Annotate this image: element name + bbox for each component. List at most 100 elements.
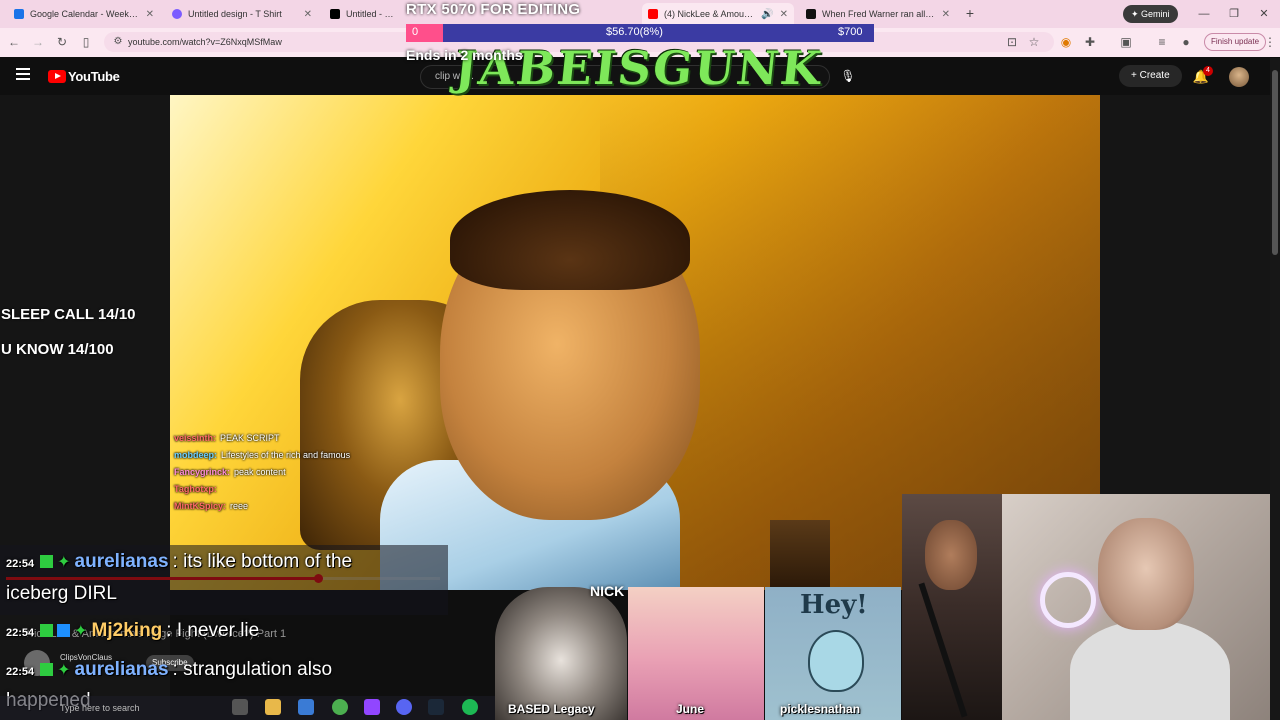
goal-title: RTX 5070 FOR EDITING [406,1,581,18]
sparkle-badge-icon: ✦ [57,554,71,571]
goal-target-value: $700 [838,26,863,38]
mini-chat-user: MintKSpicy: [174,501,227,511]
hey-text: Hey! [800,590,868,620]
more-menu-icon[interactable]: ⋮ [1262,34,1278,50]
tiktok-icon [806,9,816,19]
chat-username: aurelianas [74,659,169,680]
goal-current-value: $56.70(8%) [606,26,663,38]
bird-illustration [808,630,864,692]
tile-label-picklesnathan: picklesnathan [780,702,861,716]
kick-badge-icon [40,624,54,637]
reading-list-icon[interactable]: ≡ [1154,34,1170,50]
mini-chat-user: mobdeep: [174,450,218,460]
site-info-icon[interactable]: ⚙ [110,34,126,50]
page-scrollbar-thumb[interactable] [1272,70,1278,255]
gemini-button[interactable]: ✦ Gemini [1123,5,1178,23]
edge-icon[interactable] [298,699,314,715]
chat-timestamp: 22:54 [6,666,35,678]
mini-chat-text: PEAK SCRIPT [220,433,280,443]
tile-label-based-legacy: BASED Legacy [508,702,595,716]
cat-video-tile [495,587,627,720]
account-avatar[interactable] [1229,67,1249,87]
microphone-icon[interactable]: 🎙 [838,66,858,86]
bookmark-star-icon[interactable]: ☆ [1026,34,1042,50]
chat-message: 22:54 ✦ Mj2king: I never lie [6,620,259,642]
task-view-icon[interactable] [232,699,248,715]
youtube-wordmark[interactable]: YouTube [68,69,120,84]
webcam-head [1098,518,1194,630]
extensions-icon[interactable]: ✚ [1082,34,1098,50]
chat-message: 22:54 ✦ aurelianas: its like bottom of the [6,551,352,573]
tile-label-june: June [676,702,705,716]
notion-icon [330,9,340,19]
video-lamp [770,520,830,590]
chrome-icon[interactable] [332,699,348,715]
chat-message: 22:54 ✦ aurelianas: strangulation also [6,659,332,681]
mini-chat-user: Fancygrinck: [174,467,231,477]
speaker-icon[interactable]: 🔊 [761,9,773,20]
obs-icon[interactable] [396,699,412,715]
canva-icon [172,9,182,19]
verified-badge-icon [57,624,71,637]
tab-label: When Fred Warner ran all the w [822,9,936,19]
tab-label: Untitled - February 27, 2026 [346,9,398,19]
finish-update-button[interactable]: Finish update [1204,33,1267,51]
mini-chat-line: veissinth: PEAK SCRIPT [174,433,280,443]
chat-text: : I never lie [166,620,260,641]
restore-icon[interactable]: ❐ [1226,6,1242,22]
tab-canva[interactable]: Untitled design - T Shirt ✕ [166,3,318,25]
create-label: Create [1139,70,1170,81]
gemini-label: Gemini [1141,9,1170,19]
twitch-icon[interactable] [364,699,380,715]
install-icon[interactable]: ⊡ [1004,34,1020,50]
forward-icon[interactable]: → [30,34,46,50]
close-icon[interactable]: ✕ [304,9,312,20]
chat-text: : strangulation also [172,659,333,680]
chat-timestamp: 22:54 [6,627,35,639]
mini-chat-text: reee [230,501,249,511]
webcam-body [1070,620,1230,720]
steam-icon[interactable] [428,699,444,715]
profile-icon[interactable]: ● [1178,34,1194,50]
mini-chat-user: veissinth: [174,433,217,443]
webcam-face [925,520,977,590]
new-tab-button[interactable]: + [962,5,978,21]
u-know-counter: U KNOW 14/100 [1,341,114,358]
tab-google-calendar[interactable]: Google Calendar - Week of Ma ✕ [8,3,160,25]
chat-username: aurelianas [74,551,169,572]
youtube-logo-icon[interactable] [48,70,66,83]
calendar-icon [14,9,24,19]
tab-youtube-active[interactable]: (4) NickLee & Amouranth 🔊 ✕ [642,3,794,25]
tab-tiktok[interactable]: When Fred Warner ran all the w ✕ [800,3,956,25]
minimize-icon[interactable]: — [1196,6,1212,22]
spotify-icon[interactable] [462,699,478,715]
mini-chat-text: peak content [234,467,286,477]
mini-chat-text: Lifestyles of the rich and famous [221,450,351,460]
hamburger-menu-icon[interactable] [16,68,30,80]
reload-icon[interactable]: ↻ [54,34,70,50]
taskbar-search-input[interactable]: Type here to search [54,699,214,717]
split-view-icon[interactable]: ▣ [1118,34,1134,50]
back-icon[interactable]: ← [6,34,22,50]
window-close-icon[interactable]: ✕ [1256,6,1272,22]
mini-chat-line: Fancygrinck: peak content [174,467,286,477]
file-explorer-icon[interactable] [265,699,281,715]
kick-badge-icon [40,555,54,568]
nick-tag: NICK [590,583,625,599]
tab-label: Untitled design - T Shirt [188,9,282,19]
june-video-tile [628,587,764,720]
tab-notion[interactable]: Untitled - February 27, 2026 [324,3,404,25]
create-button[interactable]: + Create [1119,65,1182,87]
rss-icon[interactable]: ◉ [1058,34,1074,50]
mini-chat-user: Taghotxp: [174,484,217,494]
close-icon[interactable]: ✕ [780,9,788,20]
kick-badge-icon [40,663,54,676]
sleep-call-counter: SLEEP CALL 14/10 [1,306,136,323]
sidebar-icon[interactable]: ▯ [78,34,94,50]
close-icon[interactable]: ✕ [942,9,950,20]
video-person-hair [450,190,690,290]
sparkle-badge-icon: ✦ [57,662,71,679]
tab-label: Google Calendar - Week of Ma [30,9,140,19]
chat-timestamp: 22:54 [6,558,35,570]
close-icon[interactable]: ✕ [146,9,154,20]
